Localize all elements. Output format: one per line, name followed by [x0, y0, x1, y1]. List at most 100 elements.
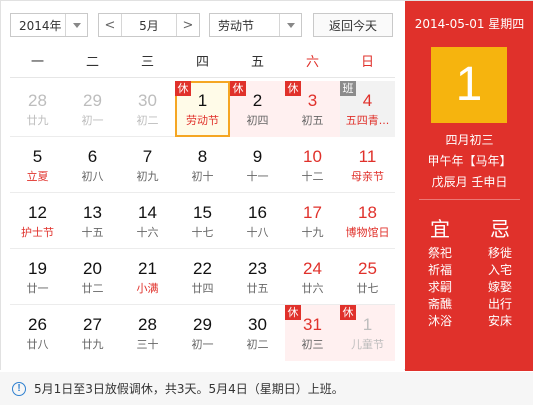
day-cell[interactable]: 28 三十: [120, 305, 175, 361]
workday-badge: 班: [340, 81, 356, 96]
day-cell[interactable]: 5 立夏: [10, 137, 65, 193]
info-icon: !: [12, 381, 26, 396]
day-cell[interactable]: 12 护士节: [10, 193, 65, 249]
day-cell[interactable]: 休 3 初五: [285, 81, 340, 137]
day-cell[interactable]: 19 廿一: [10, 249, 65, 305]
day-number: 12: [28, 203, 47, 222]
lunar-label: 廿一: [26, 282, 49, 295]
day-cell[interactable]: 30 初二: [120, 81, 175, 137]
day-cell[interactable]: 休 31 初三: [285, 305, 340, 361]
day-cell[interactable]: 24 廿六: [285, 249, 340, 305]
day-cell[interactable]: 休 1 劳动节: [175, 81, 230, 137]
yiji-lists: 祭祀 祈福 求嗣 斋醮 沐浴 移徙 入宅 嫁娶 出行 安床: [421, 245, 519, 330]
year-value: 2014年: [19, 18, 62, 33]
day-cell[interactable]: 13 十五: [65, 193, 120, 249]
day-cell[interactable]: 10 十二: [285, 137, 340, 193]
panel-divider: [419, 199, 520, 200]
lunar-label: 护士节: [21, 226, 54, 239]
yi-item: 斋醮: [427, 297, 452, 311]
ji-item: 出行: [487, 297, 512, 311]
day-cell[interactable]: 休 2 初四: [230, 81, 285, 137]
day-number: 6: [87, 147, 98, 166]
day-number: 29: [193, 315, 212, 334]
lunar-label: 廿四: [191, 282, 214, 295]
selected-date-label: 2014-05-01 星期四: [414, 17, 525, 31]
day-cell[interactable]: 22 廿四: [175, 249, 230, 305]
month-select[interactable]: 5月: [121, 14, 177, 36]
day-number: 17: [303, 203, 322, 222]
holiday-badge: 休: [340, 305, 356, 320]
day-cell[interactable]: 8 初十: [175, 137, 230, 193]
lunar-label: 十八: [246, 226, 269, 239]
yi-list: 祭祀 祈福 求嗣 斋醮 沐浴: [421, 245, 459, 330]
day-cell[interactable]: 15 十七: [175, 193, 230, 249]
day-number: 11: [358, 147, 377, 166]
day-cell[interactable]: 29 初一: [175, 305, 230, 361]
prev-month-button[interactable]: <: [99, 14, 121, 36]
day-cell[interactable]: 30 初二: [230, 305, 285, 361]
day-cell[interactable]: 18 博物馆日: [340, 193, 395, 249]
day-cell[interactable]: 14 十六: [120, 193, 175, 249]
lunar-label: 博物馆日: [345, 226, 390, 239]
lunar-label: 十二: [301, 170, 324, 183]
day-cell[interactable]: 20 廿二: [65, 249, 120, 305]
holiday-select[interactable]: 劳动节: [209, 13, 302, 37]
day-cell[interactable]: 班 4 五四青...: [340, 81, 395, 137]
lunar-label: 十六: [136, 226, 159, 239]
lunar-label: 初二: [136, 114, 159, 127]
day-number: 21: [138, 259, 157, 278]
back-to-today-button[interactable]: 返回今天: [313, 13, 393, 37]
yi-item: 祈福: [427, 263, 452, 277]
selected-day-number: 1: [431, 47, 507, 123]
day-cell[interactable]: 27 廿九: [65, 305, 120, 361]
lunar-label: 廿九: [26, 114, 49, 127]
weekday-thu: 四: [195, 55, 209, 70]
day-number: 30: [138, 91, 157, 110]
year-dropdown-icon[interactable]: [65, 14, 87, 36]
holiday-dropdown-icon[interactable]: [279, 14, 301, 36]
week-row: 26 廿八 27 廿九 28 三十 29 初一 30 初二 休 31 初三休 1 儿童节: [10, 305, 395, 361]
lunar-label: 儿童节: [351, 338, 384, 351]
day-number: 20: [83, 259, 102, 278]
lunar-label: 初四: [246, 114, 269, 127]
day-number: 10: [303, 147, 322, 166]
day-cell[interactable]: 21 小满: [120, 249, 175, 305]
day-number: 29: [83, 91, 102, 110]
holiday-notice-text: 5月1日至3日放假调休，共3天。5月4日（星期日）上班。: [34, 382, 344, 396]
day-number: 23: [248, 259, 267, 278]
day-cell[interactable]: 25 廿七: [340, 249, 395, 305]
day-cell[interactable]: 16 十八: [230, 193, 285, 249]
weekday-mon: 一: [30, 55, 44, 70]
yi-item: 求嗣: [427, 280, 452, 294]
calendar-widget: 2014年 < 5月 > 劳动节 返回今天 一 二 三 四 五 六 日 28 廿…: [0, 0, 533, 371]
lunar-label: 初三: [301, 338, 324, 351]
day-number: 18: [358, 203, 377, 222]
day-cell[interactable]: 23 廿五: [230, 249, 285, 305]
day-grid: 28 廿九 29 初一 30 初二 休 1 劳动节休 2 初四休 3 初五班 4 五四青... 5 立夏 6 初八 7…: [10, 81, 395, 361]
yiji-header: 宜 忌: [421, 213, 519, 242]
day-cell[interactable]: 11 母亲节: [340, 137, 395, 193]
day-cell[interactable]: 26 廿八: [10, 305, 65, 361]
ganzhi-month-day: 戊辰月 壬申日: [431, 175, 508, 189]
day-cell[interactable]: 休 1 儿童节: [340, 305, 395, 361]
weekday-header: 一 二 三 四 五 六 日: [10, 48, 395, 78]
day-cell[interactable]: 9 十一: [230, 137, 285, 193]
day-number: 13: [83, 203, 102, 222]
day-cell[interactable]: 6 初八: [65, 137, 120, 193]
lunar-label: 廿五: [246, 282, 269, 295]
day-number: 19: [28, 259, 47, 278]
day-cell[interactable]: 7 初九: [120, 137, 175, 193]
lunar-date: 四月初三: [445, 133, 494, 147]
day-cell[interactable]: 28 廿九: [10, 81, 65, 137]
lunar-label: 廿六: [301, 282, 324, 295]
year-select[interactable]: 2014年: [10, 13, 88, 37]
day-cell[interactable]: 29 初一: [65, 81, 120, 137]
day-number: 28: [138, 315, 157, 334]
day-cell[interactable]: 17 十九: [285, 193, 340, 249]
holiday-badge: 休: [175, 81, 191, 96]
yi-label: 宜: [430, 217, 450, 241]
day-number: 26: [28, 315, 47, 334]
ji-item: 移徙: [487, 246, 512, 260]
next-month-button[interactable]: >: [177, 14, 199, 36]
day-number: 7: [142, 147, 153, 166]
